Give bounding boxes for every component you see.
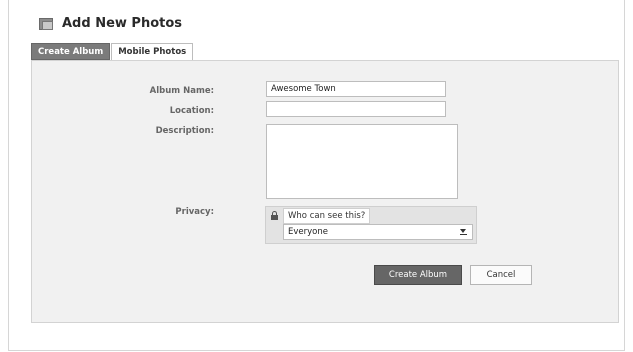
- privacy-label: Privacy:: [175, 207, 214, 217]
- page-title: Add New Photos: [62, 15, 183, 31]
- lock-icon: [271, 211, 278, 220]
- photos-icon: [39, 17, 53, 30]
- description-textarea[interactable]: [266, 124, 458, 199]
- tab-mobile-photos[interactable]: Mobile Photos: [111, 43, 194, 60]
- album-name-input[interactable]: Awesome Town: [266, 81, 446, 97]
- chevron-down-icon[interactable]: [460, 228, 467, 236]
- privacy-selected-value: Everyone: [288, 227, 328, 237]
- privacy-dropdown[interactable]: Everyone: [283, 224, 473, 240]
- cancel-button[interactable]: Cancel: [470, 265, 532, 285]
- privacy-prompt: Who can see this?: [283, 208, 371, 224]
- page-header: Add New Photos: [39, 13, 182, 33]
- location-input[interactable]: [266, 101, 446, 117]
- page-frame: Add New Photos Create Album Mobile Photo…: [8, 0, 625, 351]
- create-album-button[interactable]: Create Album: [374, 265, 462, 285]
- privacy-selector: Who can see this? Everyone: [265, 206, 477, 244]
- tab-bar: Create Album Mobile Photos: [31, 43, 194, 60]
- description-label: Description:: [155, 126, 214, 136]
- create-album-form: Album Name: Awesome Town Location: Descr…: [31, 60, 619, 323]
- album-name-label: Album Name:: [149, 86, 214, 96]
- tab-create-album[interactable]: Create Album: [31, 43, 111, 60]
- location-label: Location:: [169, 106, 214, 116]
